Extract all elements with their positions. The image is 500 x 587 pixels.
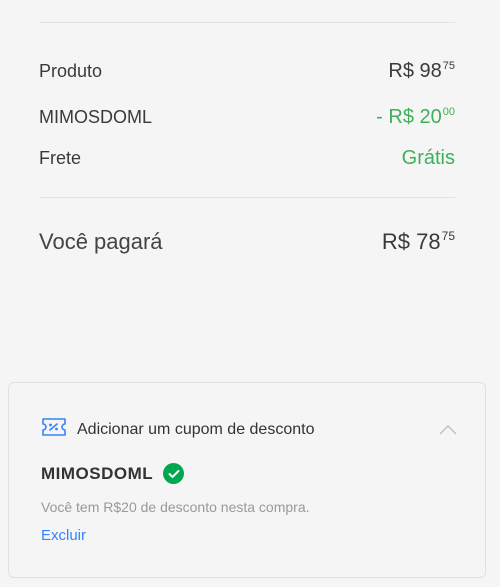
coupon-header[interactable]: Adicionar um cupom de desconto xyxy=(41,417,314,442)
total-price: R$ 7875 xyxy=(381,229,455,254)
coupon-message: Você tem R$20 de desconto nesta compra. xyxy=(41,499,310,515)
total-divider xyxy=(39,197,455,198)
product-price: R$ 9875 xyxy=(388,60,455,82)
coupon-title: Adicionar um cupom de desconto xyxy=(77,420,315,438)
summary-row-discount: MIMOSDOML - R$ 2000 xyxy=(39,106,455,129)
summary-row-total: Você pagará R$ 7875 xyxy=(39,229,455,255)
coupon-panel: Adicionar um cupom de desconto MIMOSDOML… xyxy=(8,382,486,578)
discount-label: MIMOSDOML xyxy=(39,107,153,127)
total-label: Você pagará xyxy=(39,229,163,254)
summary-row-shipping: Frete Grátis xyxy=(39,147,455,170)
coupon-ticket-icon xyxy=(41,417,67,442)
discount-amount: - R$ 2000 xyxy=(376,106,455,128)
chevron-up-icon[interactable] xyxy=(439,423,457,435)
product-label: Produto xyxy=(39,61,103,81)
coupon-code: MIMOSDOML xyxy=(41,463,154,483)
shipping-value: Grátis xyxy=(401,147,455,169)
shipping-label: Frete xyxy=(39,148,82,168)
check-circle-icon xyxy=(163,463,185,484)
applied-coupon: MIMOSDOML xyxy=(41,463,185,484)
top-divider xyxy=(39,22,455,23)
remove-coupon-link[interactable]: Excluir xyxy=(41,527,86,544)
summary-row-product: Produto R$ 9875 xyxy=(39,60,455,83)
